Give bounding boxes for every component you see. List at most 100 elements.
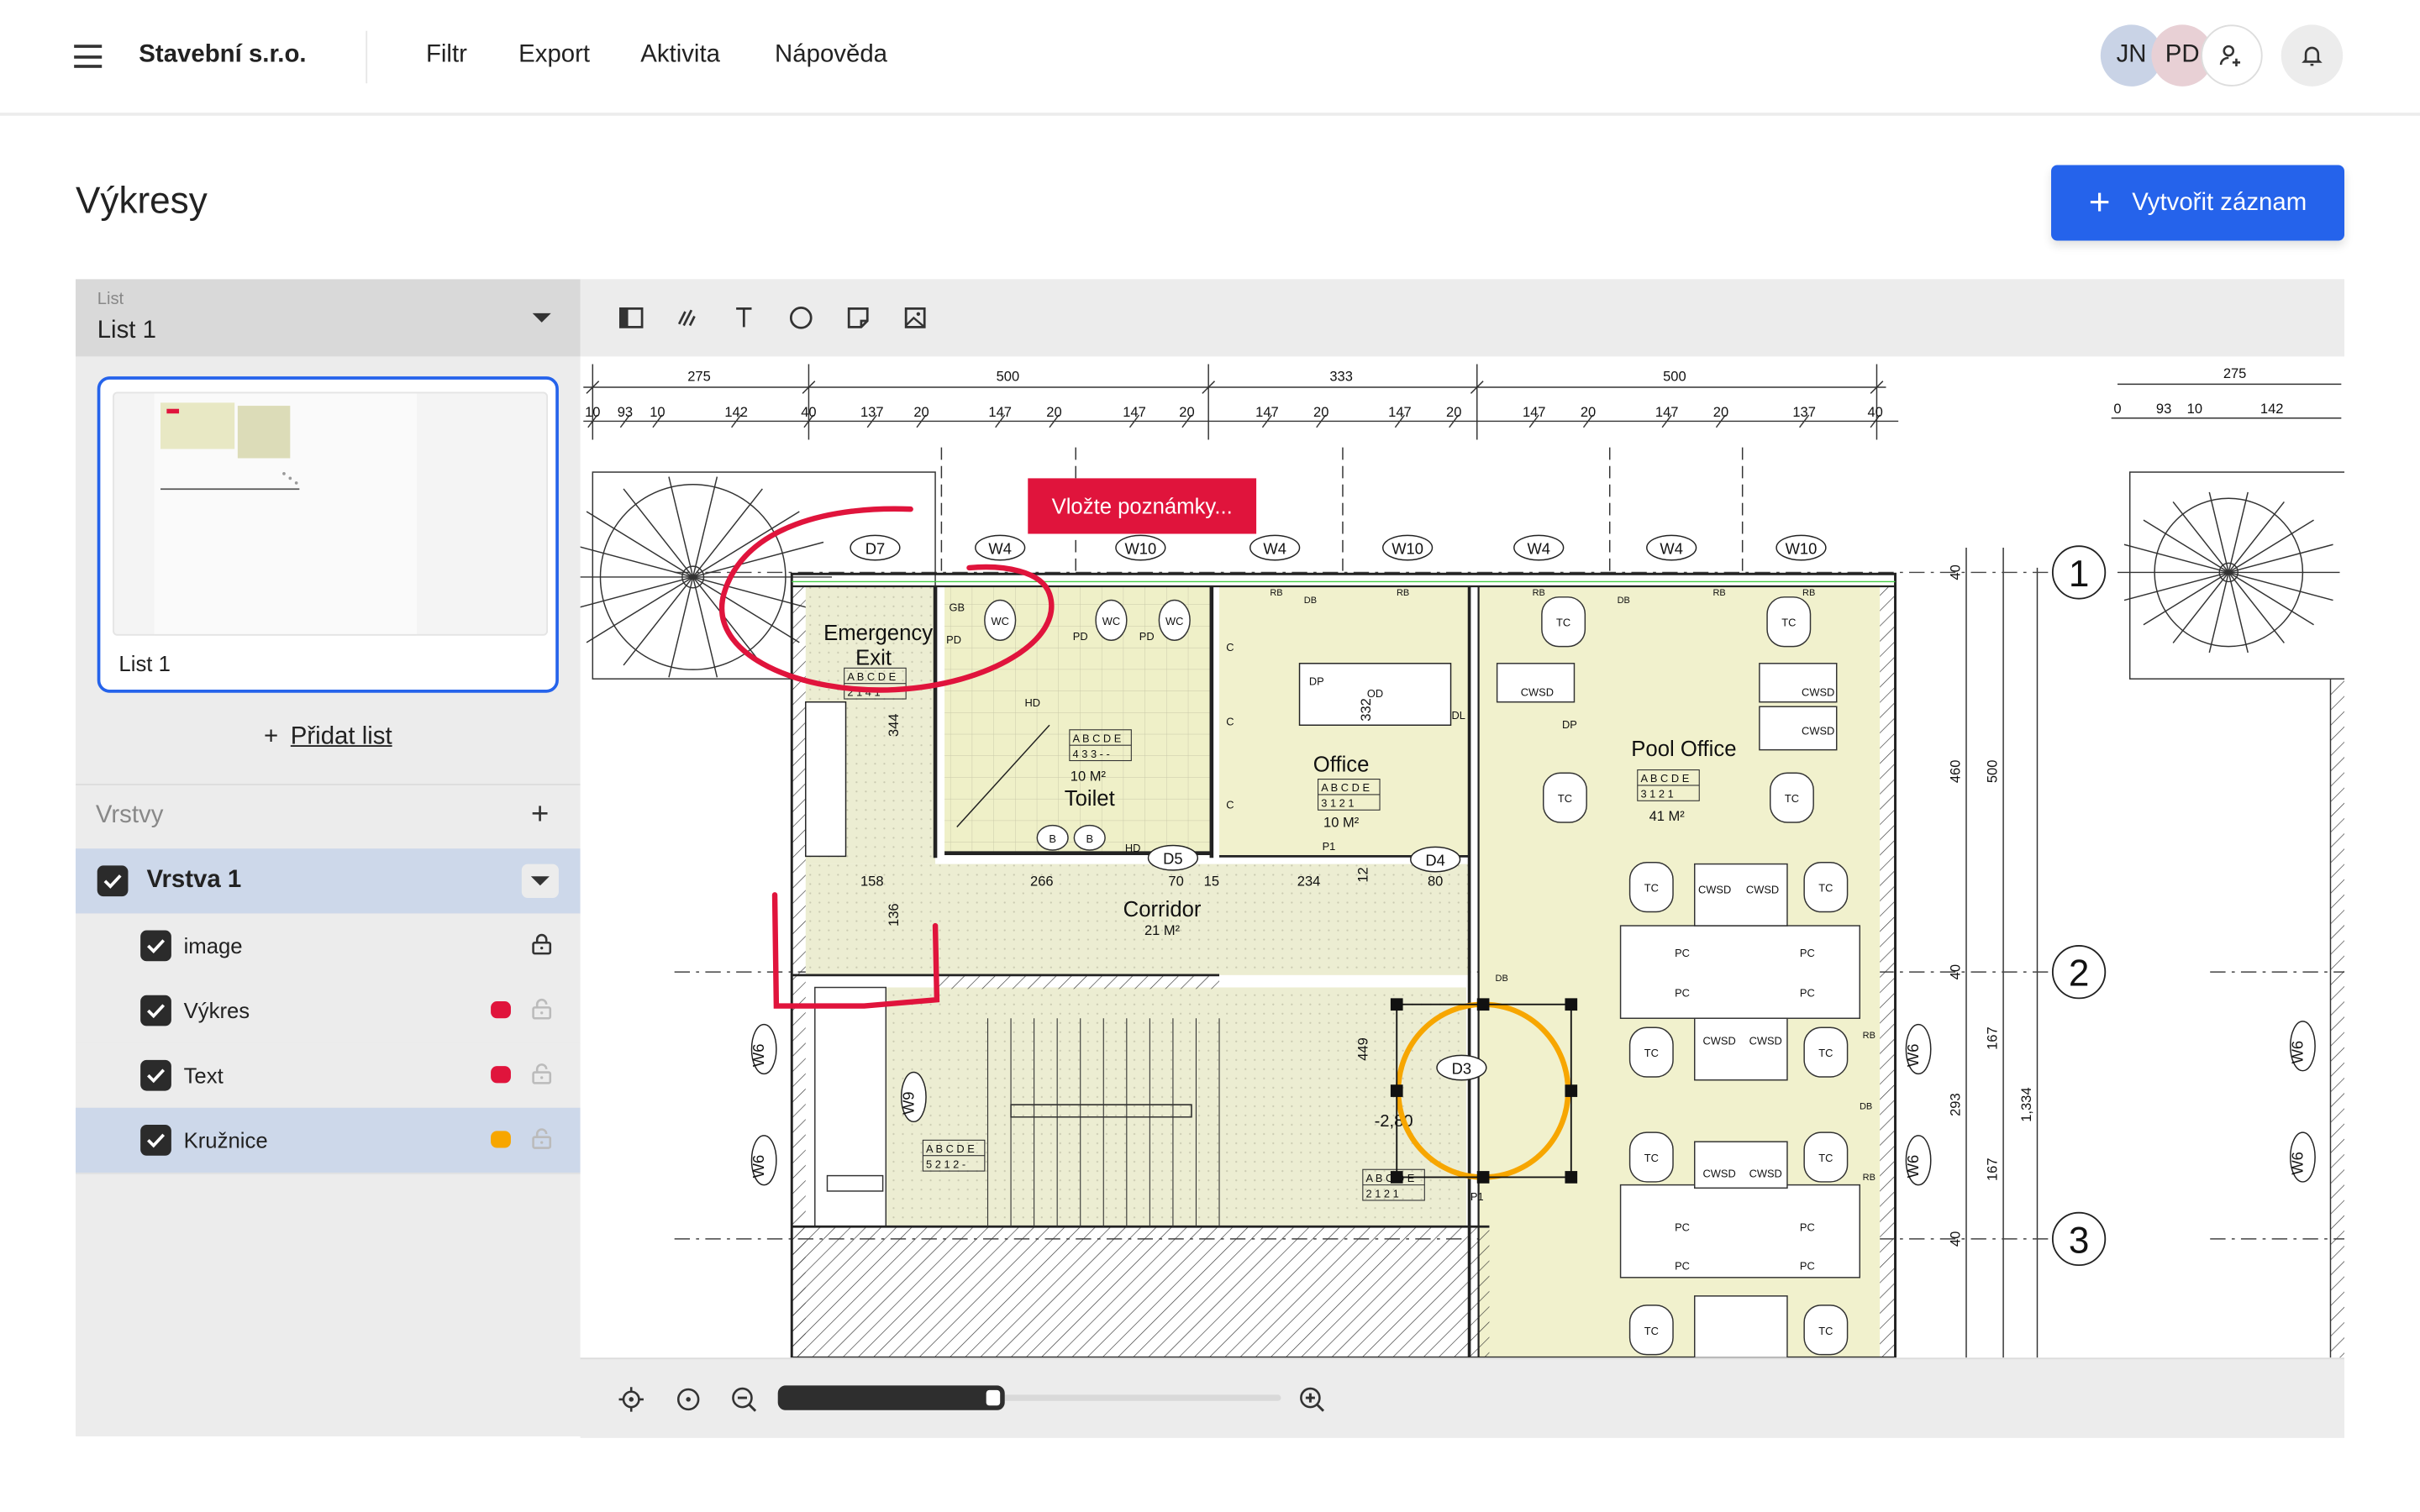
fixture-label: TC — [1781, 617, 1796, 629]
fixture-label: DP — [1562, 718, 1577, 731]
dimension-label: 40 — [1867, 404, 1882, 420]
dimension-label: 10 — [650, 404, 665, 420]
unlock-icon[interactable] — [531, 1128, 553, 1150]
dimension-label: 460 — [1948, 760, 1964, 784]
unlock-icon[interactable] — [531, 1063, 553, 1085]
unlock-icon[interactable] — [531, 998, 553, 1020]
layer-row[interactable]: Kružnice — [76, 1107, 581, 1174]
nav-export[interactable]: Export — [518, 42, 590, 70]
dimension-label: 40 — [1948, 1231, 1964, 1247]
layer-row[interactable]: Text — [76, 1042, 581, 1110]
add-layer-button[interactable]: + — [531, 798, 549, 833]
dimension-label: 147 — [1523, 404, 1546, 420]
resize-handle[interactable] — [1390, 1171, 1403, 1184]
resize-handle[interactable] — [1476, 998, 1490, 1011]
resize-handle[interactable] — [1565, 998, 1578, 1011]
dimension-label: 344 — [886, 713, 902, 737]
resize-handle[interactable] — [1390, 1084, 1403, 1097]
dimension-label: 137 — [1792, 404, 1816, 420]
image-icon[interactable] — [902, 304, 929, 332]
nav-filtr[interactable]: Filtr — [426, 42, 467, 70]
layer-checkbox[interactable] — [140, 930, 171, 962]
room-code-values: 4 3 3 - - — [1073, 748, 1110, 760]
create-record-button[interactable]: + Vytvořit záznam — [2051, 165, 2345, 241]
bell-icon — [2302, 46, 2323, 66]
layer-group-toggle[interactable] — [521, 864, 559, 898]
sidebar: List List 1 List 1 + Přidat list Vrstvy + — [76, 279, 581, 1437]
stair-tread — [2228, 571, 2333, 601]
center-icon[interactable] — [675, 1385, 702, 1413]
dimension-label: 275 — [687, 369, 711, 385]
locate-icon[interactable] — [618, 1385, 645, 1413]
dimension-label: 1,334 — [2018, 1087, 2034, 1121]
room-code-values: 3 1 2 1 — [1321, 797, 1354, 810]
note-icon[interactable] — [844, 304, 872, 332]
layer-row[interactable]: Výkres — [76, 978, 581, 1045]
room-area: 21 M² — [1144, 922, 1181, 938]
layer-color-swatch[interactable] — [491, 1001, 511, 1019]
dimension-label: 0 — [2113, 401, 2121, 417]
layer-checkbox[interactable] — [140, 1124, 171, 1156]
dimension-label: 142 — [2260, 401, 2284, 417]
company-name[interactable]: Stavební s.r.o. — [139, 42, 306, 70]
fixture-label: PC — [1675, 947, 1690, 959]
layer-color-swatch[interactable] — [491, 1131, 511, 1148]
stair-tread — [586, 511, 694, 578]
layer-checkbox[interactable] — [140, 995, 171, 1026]
resize-handle[interactable] — [1565, 1084, 1578, 1097]
fixture-label: PC — [1800, 987, 1815, 1000]
plus-icon: + — [263, 723, 279, 750]
fixture-label: TC — [1818, 882, 1833, 895]
fixture-label: DB — [1618, 596, 1630, 606]
hamburger-icon[interactable] — [74, 45, 103, 68]
layer-row[interactable]: image — [76, 913, 581, 980]
fixture-label: TC — [1818, 1047, 1833, 1059]
sidebar-toggle-icon[interactable] — [618, 304, 645, 332]
fixture-label: DP — [1309, 675, 1324, 688]
add-sheet-button[interactable]: + Přidat list — [76, 723, 581, 751]
room-name: Exit — [855, 647, 892, 670]
stair-tread — [692, 511, 800, 578]
dimension-label: 147 — [988, 404, 1012, 420]
dimension-label: 20 — [1313, 404, 1328, 420]
wall — [1880, 585, 1896, 1358]
note-text[interactable]: Vložte poznámky... — [1052, 496, 1233, 519]
fixture-label: CWSD — [1521, 685, 1554, 698]
notifications-button[interactable] — [2281, 24, 2344, 87]
circle-icon[interactable] — [787, 304, 815, 332]
resize-handle[interactable] — [1390, 998, 1403, 1011]
sheet-card[interactable]: List 1 — [97, 376, 559, 693]
fixture-label: PC — [1675, 987, 1690, 1000]
room-name: Pool Office — [1631, 738, 1736, 761]
layer-group-row[interactable]: Vrstva 1 — [76, 848, 581, 916]
zoom-slider-thumb[interactable] — [986, 1389, 1001, 1406]
drawing-canvas[interactable]: 275 500 333 500 275 10 93 10 142 40 137 20 147 20 147 2… — [580, 356, 2345, 1358]
layer-color-swatch[interactable] — [491, 1066, 511, 1084]
layer-group-checkbox[interactable] — [97, 865, 129, 897]
zoom-slider[interactable] — [777, 1385, 1281, 1410]
room-code-values: 2 1 2 1 — [1366, 1187, 1399, 1200]
fixture-label: TC — [1818, 1325, 1833, 1337]
fixture-label: CWSD — [1703, 1034, 1736, 1047]
resize-handle[interactable] — [1565, 1171, 1578, 1184]
note-annotation[interactable]: Vložte poznámky... — [1028, 478, 1257, 534]
zoom-in-icon[interactable] — [1298, 1385, 1326, 1413]
sheet-select[interactable]: List List 1 — [76, 279, 581, 357]
layers-header: Vrstvy + — [76, 784, 581, 848]
dimension-label: 136 — [886, 903, 902, 927]
floor-plan[interactable]: 275 500 333 500 27510 93 10 142 40 137 20 147 20 147 2… — [580, 356, 2345, 1358]
room-code-header: A B C D E — [1366, 1172, 1415, 1184]
resize-handle[interactable] — [1476, 1171, 1490, 1184]
dimension-label: 147 — [1655, 404, 1679, 420]
nav-napoveda[interactable]: Nápověda — [775, 42, 887, 70]
zoom-out-icon[interactable] — [730, 1385, 758, 1413]
add-user-button[interactable] — [2201, 24, 2263, 87]
nav-aktivita[interactable]: Aktivita — [640, 42, 720, 70]
dimension-label: 80 — [1428, 873, 1443, 889]
layer-checkbox[interactable] — [140, 1059, 171, 1091]
freehand-icon[interactable] — [675, 304, 702, 332]
grid-axis-label: 2 — [2069, 953, 2090, 995]
lock-icon[interactable] — [531, 933, 553, 955]
dimension-label: 266 — [1030, 873, 1054, 889]
text-icon[interactable] — [730, 304, 758, 332]
